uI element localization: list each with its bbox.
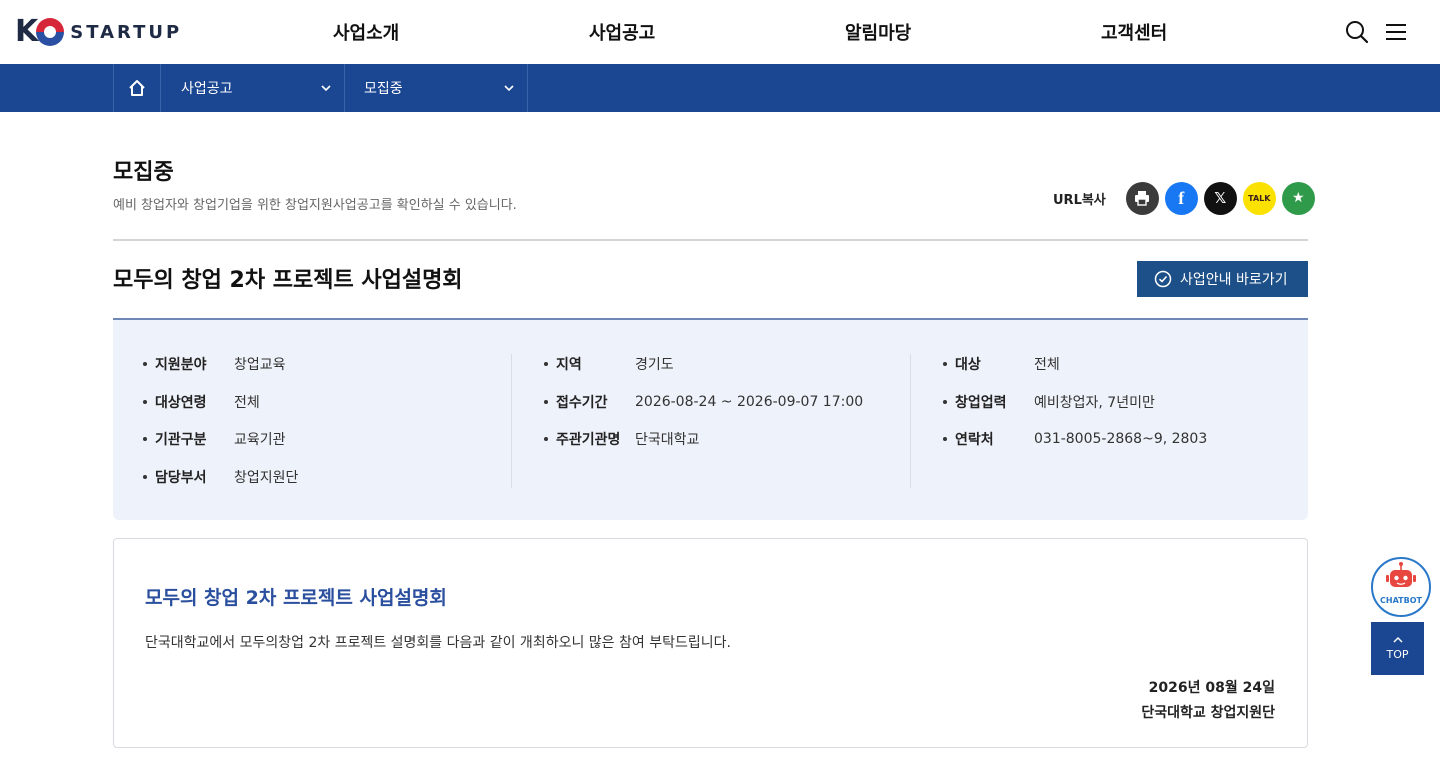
x-icon[interactable]: 𝕏 xyxy=(1203,181,1237,215)
site-logo[interactable]: K STARTUP xyxy=(15,12,182,52)
info-row: 대상 전체 xyxy=(943,354,1290,374)
announcement-title: 모두의 창업 2차 프로젝트 사업설명회 xyxy=(113,268,463,293)
info-value: 경기도 xyxy=(635,357,674,373)
gnb-item-about[interactable]: 사업소개 xyxy=(333,0,399,64)
scroll-top-label: TOP xyxy=(1386,648,1409,661)
bullet-icon xyxy=(143,362,147,366)
bullet-icon xyxy=(143,474,147,479)
announcement-content-card: 모두의 창업 2차 프로젝트 사업설명회 단국대학교에서 모두의창업 2차 프로… xyxy=(113,538,1308,748)
info-row: 기관구분 교육기관 xyxy=(143,429,509,449)
print-icon[interactable] xyxy=(1125,181,1159,215)
breadcrumb-dropdown-level2[interactable]: 모집중 xyxy=(345,64,528,112)
bullet-icon xyxy=(544,399,548,404)
menu-icon[interactable] xyxy=(1384,20,1408,44)
info-label: 대상 xyxy=(955,357,981,373)
info-row: 주관기관명 단국대학교 xyxy=(544,429,909,449)
breadcrumb-level1-label: 사업공고 xyxy=(181,81,233,97)
page-description: 예비 창업자와 창업기업을 위한 창업지원사업공고를 확인하실 수 있습니다. xyxy=(113,198,517,213)
chatbot-button[interactable]: CHATBOT xyxy=(1371,557,1431,617)
share-toolbar: URL복사 f 𝕏 TALK ★ xyxy=(1053,181,1315,215)
breadcrumb: 사업공고 모집중 xyxy=(0,64,1440,112)
info-value: 예비창업자, 7년미만 xyxy=(1034,394,1155,411)
bullet-icon xyxy=(544,362,548,366)
info-row: 담당부서 창업지원단 xyxy=(143,467,509,487)
info-value: 전체 xyxy=(1034,357,1060,373)
info-row: 접수기간 2026-08-24 ~ 2026-09-07 17:00 xyxy=(544,392,909,412)
info-value: 창업교육 xyxy=(234,357,286,373)
info-label: 기관구분 xyxy=(155,432,207,448)
announcement-info-box: 지원분야 창업교육 대상연령 전체 기관구분 교육기관 담당부서 창업지원단 지역 경기도… xyxy=(113,318,1308,520)
favorite-icon[interactable]: ★ xyxy=(1281,181,1315,215)
info-label: 접수기간 xyxy=(556,394,608,411)
bullet-icon xyxy=(143,399,147,404)
info-value: 2026-08-24 ~ 2026-09-07 17:00 xyxy=(635,393,864,410)
breadcrumb-level2-label: 모집중 xyxy=(364,81,403,97)
site-header: K STARTUP 사업소개 사업공고 알림마당 고객센터 xyxy=(0,0,1440,64)
title-divider xyxy=(113,239,1308,241)
info-label: 대상연령 xyxy=(155,394,207,411)
home-icon xyxy=(129,80,145,96)
bullet-icon xyxy=(143,437,147,441)
info-value: 교육기관 xyxy=(234,432,286,448)
page-title: 모집중 xyxy=(113,160,174,185)
check-circle-icon xyxy=(1154,270,1172,288)
bullet-icon xyxy=(544,437,548,441)
info-label: 담당부서 xyxy=(155,469,207,486)
bullet-icon xyxy=(943,399,947,404)
chatbot-label: CHATBOT xyxy=(1380,596,1422,605)
go-to-program-button[interactable]: 사업안내 바로가기 xyxy=(1137,261,1308,297)
content-date: 2026년 08월 24일 xyxy=(1148,680,1275,696)
search-icon[interactable] xyxy=(1345,20,1369,44)
info-value: 단국대학교 xyxy=(635,432,700,448)
info-label: 창업업력 xyxy=(955,394,1007,411)
bullet-icon xyxy=(943,437,947,441)
info-column-1: 지원분야 창업교육 대상연령 전체 기관구분 교육기관 담당부서 창업지원단 xyxy=(143,354,509,488)
info-label: 연락처 xyxy=(955,432,994,448)
info-row: 지역 경기도 xyxy=(544,354,909,374)
info-row: 연락처 031-8005-2868~9, 2803 xyxy=(943,429,1290,449)
info-label: 지역 xyxy=(556,357,582,373)
chevron-up-icon xyxy=(1392,636,1403,643)
info-column-2: 지역 경기도 접수기간 2026-08-24 ~ 2026-09-07 17:00 … xyxy=(511,354,909,488)
chevron-down-icon xyxy=(321,85,331,92)
content-title: 모두의 창업 2차 프로젝트 사업설명회 xyxy=(145,587,447,609)
kakaotalk-label: TALK xyxy=(1248,193,1271,203)
gnb-item-support[interactable]: 고객센터 xyxy=(1101,0,1167,64)
scroll-top-button[interactable]: TOP xyxy=(1371,622,1424,675)
breadcrumb-dropdown-level1[interactable]: 사업공고 xyxy=(162,64,345,112)
info-column-3: 대상 전체 창업업력 예비창업자, 7년미만 연락처 031-8005-2868~9,… xyxy=(910,354,1290,488)
kakaotalk-icon[interactable]: TALK xyxy=(1242,181,1276,215)
info-row: 대상연령 전체 xyxy=(143,392,509,412)
info-value: 전체 xyxy=(234,394,260,411)
url-copy-button[interactable]: URL복사 xyxy=(1053,189,1106,208)
go-to-program-label: 사업안내 바로가기 xyxy=(1180,272,1288,288)
info-value: 031-8005-2868~9, 2803 xyxy=(1034,431,1208,447)
info-label: 주관기관명 xyxy=(556,432,621,448)
info-label: 지원분야 xyxy=(155,357,207,373)
logo-wordmark: STARTUP xyxy=(70,21,183,43)
facebook-icon[interactable]: f xyxy=(1164,181,1198,215)
info-value: 창업지원단 xyxy=(234,469,299,486)
taeguk-icon xyxy=(36,18,65,46)
gnb-item-notice[interactable]: 알림마당 xyxy=(845,0,911,64)
chevron-down-icon xyxy=(504,85,514,92)
content-organization: 단국대학교 창업지원단 xyxy=(1141,705,1275,721)
logo-k: K xyxy=(15,14,39,49)
breadcrumb-home[interactable] xyxy=(113,64,161,112)
info-row: 지원분야 창업교육 xyxy=(143,354,509,374)
bullet-icon xyxy=(943,362,947,366)
gnb-item-announcements[interactable]: 사업공고 xyxy=(589,0,655,64)
content-body: 단국대학교에서 모두의창업 2차 프로젝트 설명회를 다음과 같이 개최하오니 … xyxy=(145,635,731,651)
robot-icon xyxy=(1386,562,1416,587)
info-row: 창업업력 예비창업자, 7년미만 xyxy=(943,392,1290,412)
